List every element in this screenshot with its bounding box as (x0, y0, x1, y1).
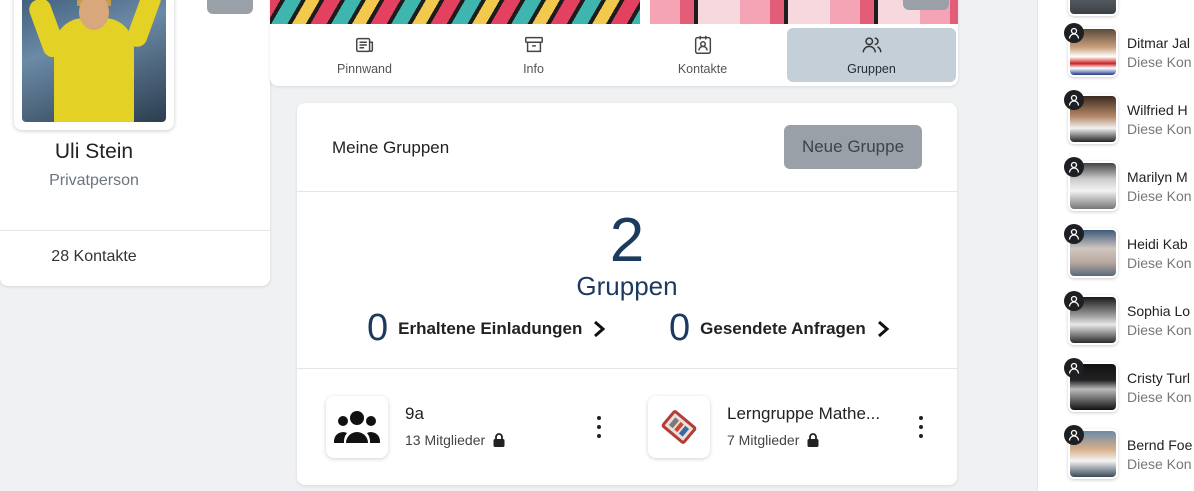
divider (297, 191, 957, 192)
user-icon (1064, 90, 1084, 110)
contact-status: Diese Kon (1127, 54, 1192, 70)
chevron-right-icon (594, 320, 606, 337)
users-group-icon (334, 411, 380, 443)
contact-item[interactable]: Bernd Foe Diese Kon (1064, 425, 1194, 481)
archive-box-icon (524, 36, 543, 53)
contact-item[interactable]: Heidi Kab Diese Kon (1064, 224, 1194, 280)
contact-card-icon (694, 35, 711, 54)
tab-gruppen[interactable]: Gruppen (787, 28, 956, 82)
profile-photo[interactable] (14, 0, 174, 130)
group-name: Lerngruppe Mathe... (727, 404, 881, 423)
lock-icon (493, 433, 505, 447)
lock-icon (807, 433, 819, 447)
contact-status: Diese Kon (1127, 188, 1192, 204)
profile-card: Uli Stein Privatperson 28 Kontakte (0, 0, 270, 286)
divider (0, 230, 270, 231)
tab-bar: Pinnwand Info Kontakte Gruppen (280, 28, 956, 82)
contact-item[interactable]: Wilfried H Diese Kon (1064, 90, 1194, 146)
user-icon (1064, 358, 1084, 378)
contact-name: Bernd Foe (1127, 437, 1193, 453)
chevron-right-icon (877, 320, 890, 337)
sent-requests-label: Gesendete Anfragen (700, 318, 866, 338)
group-name: 9a (405, 404, 424, 423)
newspaper-icon (355, 37, 373, 53)
math-tools-image (661, 410, 697, 444)
tab-label: Kontakte (677, 62, 728, 76)
profile-type: Privatperson (49, 172, 139, 189)
group-members: 7 Mitglieder (727, 432, 819, 448)
contact-name: Cristy Turl (1127, 370, 1190, 386)
sent-requests-link[interactable]: 0 Gesendete Anfragen (669, 307, 890, 350)
contact-name: Heidi Kab (1127, 236, 1188, 252)
contact-item[interactable]: Cristy Turl Diese Kon (1064, 358, 1194, 414)
profile-tabs-card: Pinnwand Info Kontakte Gruppen (270, 0, 958, 86)
profile-edit-button[interactable] (207, 0, 253, 14)
group-members-count: 13 Mitglieder (405, 432, 486, 448)
group-options-menu[interactable] (594, 416, 604, 438)
contact-item[interactable]: Ditmar Jal Diese Kon (1064, 23, 1194, 79)
contact-status: Diese Kon (1127, 255, 1192, 271)
groups-count-label: Gruppen (576, 271, 678, 301)
group-thumbnail (648, 396, 710, 458)
tab-pinnwand[interactable]: Pinnwand (280, 28, 449, 82)
divider (297, 368, 957, 369)
contact-status: Diese Kon (1127, 456, 1192, 472)
tab-kontakte[interactable]: Kontakte (618, 28, 787, 82)
received-invites-link[interactable]: 0 Erhaltene Einladungen (367, 307, 606, 350)
contact-name: Sophia Lo (1127, 303, 1191, 319)
group-members: 13 Mitglieder (405, 432, 505, 448)
received-invites-label: Erhaltene Einladungen (398, 318, 583, 338)
avatar (1068, 0, 1118, 16)
profile-contacts-link[interactable]: 28 Kontakte (0, 248, 188, 266)
users-icon (862, 37, 881, 53)
group-members-count: 7 Mitglieder (727, 432, 800, 448)
groups-card: Meine Gruppen Neue Gruppe 2 Gruppen 0 Er… (297, 103, 957, 485)
contact-status: Diese Kon (1127, 121, 1192, 137)
contact-item-partial[interactable] (1068, 0, 1194, 18)
tab-label: Pinnwand (337, 62, 392, 76)
contacts-sidebar: Ditmar Jal Diese Kon Wilfried H Diese Ko… (1037, 0, 1194, 491)
profile-name: Uli Stein (54, 140, 134, 163)
user-icon (1064, 425, 1084, 445)
contact-status: Diese Kon (1127, 322, 1192, 338)
user-icon (1064, 157, 1084, 177)
sent-requests-count: 0 (669, 307, 691, 349)
contact-item[interactable]: Marilyn M Diese Kon (1064, 157, 1194, 213)
tab-label: Gruppen (847, 62, 896, 76)
user-icon (1064, 224, 1084, 244)
cover-image (270, 0, 958, 24)
user-icon (1064, 23, 1084, 43)
user-icon (1064, 291, 1084, 311)
group-item[interactable]: 9a 13 Mitglieder (326, 396, 616, 458)
groups-count: 2 (609, 206, 645, 275)
group-options-menu[interactable] (916, 416, 926, 438)
cover-edit-button[interactable] (903, 0, 949, 10)
contact-name: Wilfried H (1127, 102, 1188, 118)
new-group-button[interactable]: Neue Gruppe (784, 125, 922, 169)
contact-name: Marilyn M (1127, 169, 1188, 185)
tab-info[interactable]: Info (449, 28, 618, 82)
group-item[interactable]: Lerngruppe Mathe... 7 Mitglieder (648, 396, 938, 458)
profile-photo-image (22, 0, 166, 122)
tab-label: Info (523, 62, 544, 76)
received-invites-count: 0 (367, 307, 389, 349)
group-thumbnail (326, 396, 388, 458)
groups-title: Meine Gruppen (332, 138, 450, 157)
contact-item[interactable]: Sophia Lo Diese Kon (1064, 291, 1194, 347)
contact-status: Diese Kon (1127, 389, 1192, 405)
contact-name: Ditmar Jal (1127, 35, 1191, 51)
